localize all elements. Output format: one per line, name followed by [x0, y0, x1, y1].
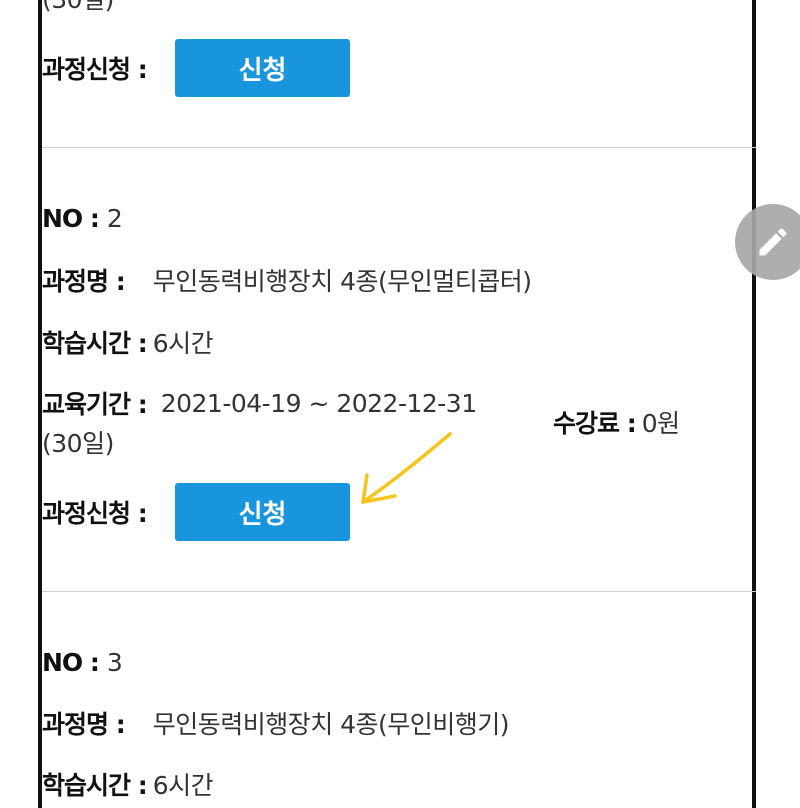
fee-value: 0원	[641, 409, 680, 438]
hours-value: 6시간	[152, 329, 214, 358]
no-value: 2	[106, 203, 123, 233]
pencil-icon	[759, 228, 787, 256]
course2-fee-row: 수강료 : 0원	[553, 402, 680, 442]
course3-name-row: 과정명 : 무인동력비행장치 4종(무인비행기)	[42, 703, 510, 743]
course2-period-days-row: (30일)	[42, 422, 114, 462]
divider	[42, 591, 756, 592]
period-value: 2021-04-19 ~ 2022-12-31	[160, 388, 477, 418]
no-label: NO :	[42, 647, 100, 677]
annotation-arrow	[361, 432, 452, 504]
no-value: 3	[106, 647, 123, 677]
hours-label: 학습시간 :	[42, 329, 148, 358]
course2-name-row: 과정명 : 무인동력비행장치 4종(무인멀티콥터)	[42, 260, 532, 300]
course3-no-row: NO : 3	[42, 642, 123, 682]
name-label: 과정명 :	[42, 710, 126, 739]
apply-label: 과정신청 :	[42, 55, 148, 84]
course3-hours-row: 학습시간 : 6시간	[42, 764, 214, 804]
period-days-text: (30일)	[42, 0, 114, 16]
course2-no-row: NO : 2	[42, 198, 123, 238]
hours-value: 6시간	[152, 771, 214, 800]
course2-apply-row: 과정신청 :	[42, 492, 148, 532]
course-name: 무인동력비행장치 4종(무인비행기)	[152, 710, 510, 739]
course1-apply-button[interactable]: 신청	[175, 39, 350, 97]
apply-label: 과정신청 :	[42, 499, 148, 528]
course2-hours-row: 학습시간 : 6시간	[42, 322, 214, 362]
period-label: 교육기간 :	[42, 390, 148, 419]
course2-period-row: 교육기간 : 2021-04-19 ~ 2022-12-31	[42, 383, 477, 423]
period-days-text: (30일)	[42, 429, 114, 458]
hours-label: 학습시간 :	[42, 771, 148, 800]
course-name: 무인동력비행장치 4종(무인멀티콥터)	[152, 267, 532, 296]
name-label: 과정명 :	[42, 267, 126, 296]
course2-apply-button[interactable]: 신청	[175, 483, 350, 541]
divider	[42, 147, 756, 148]
no-label: NO :	[42, 203, 100, 233]
fee-label: 수강료 :	[553, 409, 637, 438]
course1-period-days: (30일)	[42, 0, 114, 18]
course1-apply-row: 과정신청 :	[42, 48, 148, 88]
